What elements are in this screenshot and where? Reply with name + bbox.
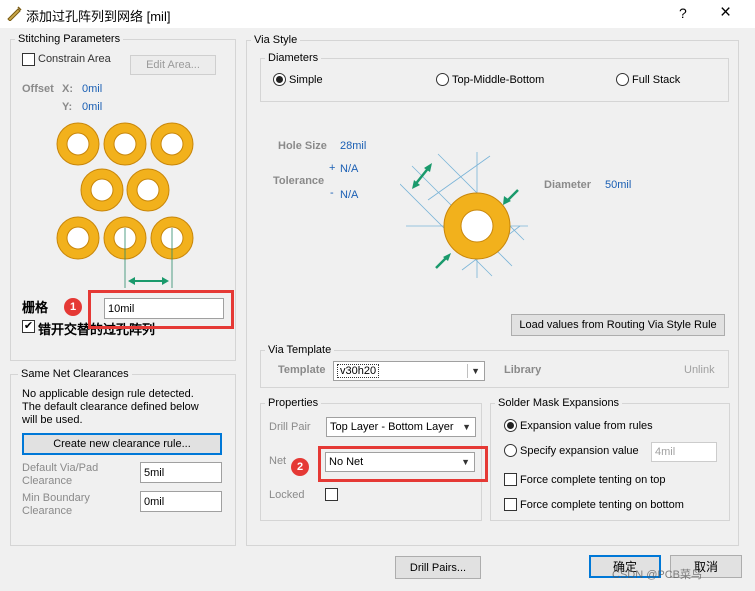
- top-middle-bottom-radio[interactable]: [436, 73, 449, 86]
- template-label: Template: [278, 364, 326, 376]
- via-array-preview: [56, 122, 194, 288]
- edit-area-button[interactable]: Edit Area...: [130, 55, 216, 75]
- drill-pair-label: Drill Pair: [269, 421, 311, 433]
- constrain-area-checkbox[interactable]: [22, 53, 35, 66]
- default-via-clearance-label-1: Default Via/Pad: [22, 462, 99, 474]
- solder-mask-legend: Solder Mask Expansions: [495, 397, 623, 409]
- default-via-clearance-input[interactable]: 5mil: [140, 462, 222, 483]
- chevron-down-icon: ▼: [462, 422, 471, 432]
- chevron-down-icon: ▼: [461, 457, 470, 467]
- grid-label: 栅格: [22, 300, 49, 315]
- hole-size-label: Hole Size: [278, 140, 327, 152]
- stagger-checkbox[interactable]: ✔: [22, 320, 35, 333]
- clearance-message-line-3: will be used.: [22, 414, 83, 426]
- offset-x-value[interactable]: 0mil: [82, 83, 102, 95]
- annotation-badge-2: 2: [291, 458, 309, 476]
- radio-selected-dot: [507, 422, 514, 429]
- offset-y-value[interactable]: 0mil: [82, 101, 102, 113]
- select-separator: [467, 364, 468, 378]
- create-clearance-rule-button[interactable]: Create new clearance rule...: [22, 433, 222, 455]
- tolerance-minus-value[interactable]: N/A: [340, 189, 358, 201]
- tolerance-label: Tolerance: [273, 175, 325, 187]
- min-boundary-clearance-label-1: Min Boundary: [22, 492, 90, 504]
- tent-bottom-checkbox[interactable]: [504, 498, 517, 511]
- simple-radio[interactable]: [273, 73, 286, 86]
- title-bar: 添加过孔阵列到网络 [mil] ? ×: [0, 0, 755, 28]
- expansion-from-rules-label: Expansion value from rules: [520, 420, 653, 432]
- check-icon: ✔: [23, 320, 34, 332]
- specify-expansion-radio[interactable]: [504, 444, 517, 457]
- load-values-button[interactable]: Load values from Routing Via Style Rule: [511, 314, 725, 336]
- min-boundary-clearance-input[interactable]: 0mil: [140, 491, 222, 512]
- diameter-label: Diameter: [544, 179, 592, 191]
- stitching-parameters-legend: Stitching Parameters: [15, 33, 124, 45]
- constrain-area-label: Constrain Area: [38, 53, 111, 65]
- tent-bottom-label: Force complete tenting on bottom: [520, 499, 684, 511]
- tolerance-plus-value[interactable]: N/A: [340, 163, 358, 175]
- net-select[interactable]: No Net ▼: [325, 452, 475, 472]
- hole-size-value[interactable]: 28mil: [340, 140, 366, 152]
- top-middle-bottom-label: Top-Middle-Bottom: [452, 74, 545, 86]
- properties-legend: Properties: [265, 397, 322, 409]
- tolerance-minus-sign: -: [330, 187, 334, 199]
- specify-expansion-input[interactable]: 4mil: [651, 442, 717, 462]
- library-label: Library: [504, 364, 542, 376]
- template-select[interactable]: v30h20 ▼: [333, 361, 485, 381]
- drill-pairs-button[interactable]: Drill Pairs...: [395, 556, 481, 579]
- diameter-value[interactable]: 50mil: [605, 179, 631, 191]
- unlink-button[interactable]: Unlink: [684, 364, 715, 376]
- tent-top-checkbox[interactable]: [504, 473, 517, 486]
- clearance-message-line-1: No applicable design rule detected.: [22, 388, 194, 400]
- simple-label: Simple: [289, 74, 323, 86]
- offset-label: Offset: [22, 83, 54, 95]
- tent-top-label: Force complete tenting on top: [520, 474, 666, 486]
- drill-pair-select-value: Top Layer - Bottom Layer: [330, 421, 454, 433]
- expansion-from-rules-radio[interactable]: [504, 419, 517, 432]
- net-label: Net: [269, 455, 287, 467]
- window-title: 添加过孔阵列到网络 [mil]: [26, 9, 171, 24]
- locked-checkbox[interactable]: [325, 488, 338, 501]
- chevron-down-icon: ▼: [471, 366, 480, 376]
- via-style-legend: Via Style: [251, 34, 301, 46]
- specify-expansion-label: Specify expansion value: [520, 445, 639, 457]
- grid-input[interactable]: 10mil: [104, 298, 224, 319]
- watermark: CSDN @PCB菜鸟: [612, 569, 703, 581]
- radio-selected-dot: [276, 76, 283, 83]
- via-template-legend: Via Template: [265, 344, 335, 356]
- via-diagram: [400, 152, 528, 278]
- tolerance-plus-sign: +: [329, 162, 336, 174]
- app-icon: [7, 6, 22, 21]
- full-stack-radio[interactable]: [616, 73, 629, 86]
- close-button[interactable]: ×: [720, 2, 731, 24]
- offset-y-label: Y:: [62, 101, 73, 113]
- full-stack-label: Full Stack: [632, 74, 681, 86]
- clearance-message-line-2: The default clearance defined below: [22, 401, 199, 413]
- locked-label: Locked: [269, 489, 305, 501]
- template-select-value: v30h20: [337, 364, 380, 378]
- net-select-value: No Net: [329, 456, 364, 468]
- same-net-clearances-legend: Same Net Clearances: [18, 368, 132, 380]
- annotation-badge-1: 1: [64, 298, 82, 316]
- default-via-clearance-label-2: Clearance: [22, 475, 73, 487]
- help-button[interactable]: ?: [679, 5, 687, 21]
- min-boundary-clearance-label-2: Clearance: [22, 505, 73, 517]
- offset-x-label: X:: [62, 83, 73, 95]
- drill-pair-select[interactable]: Top Layer - Bottom Layer ▼: [326, 417, 476, 437]
- diameters-legend: Diameters: [265, 52, 322, 64]
